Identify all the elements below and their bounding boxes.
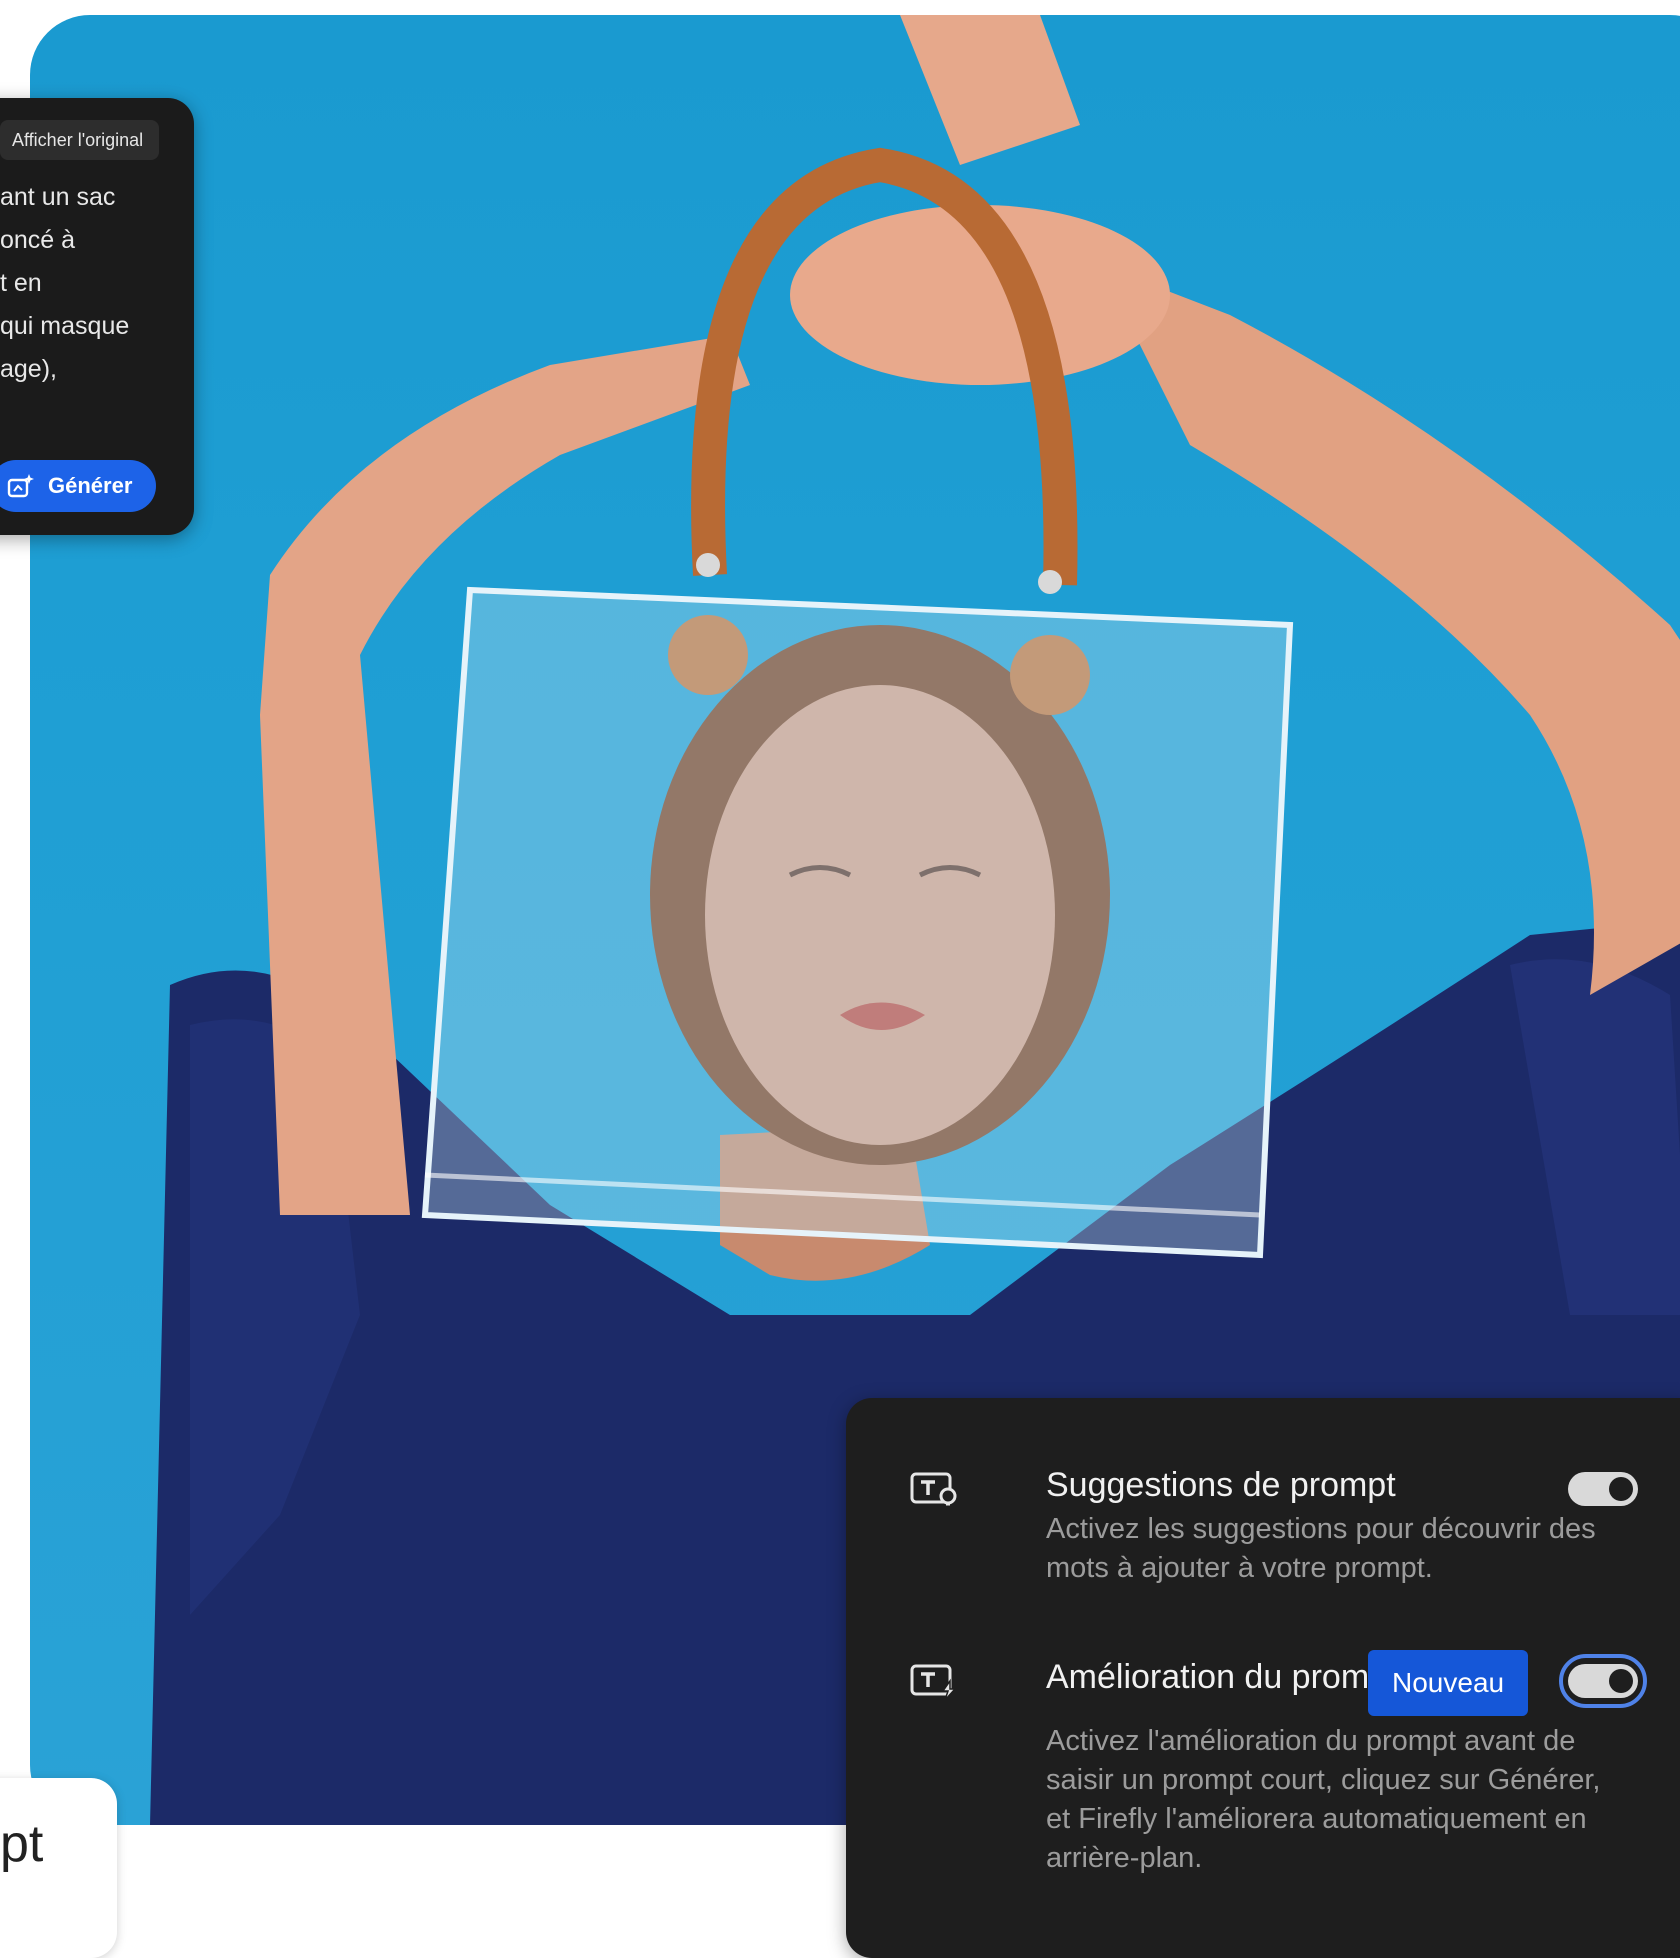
sparkle-image-icon	[7, 474, 34, 498]
prompt-settings-panel: Suggestions de prompt Activez les sugges…	[846, 1398, 1680, 1958]
toggle-knob	[1609, 1477, 1633, 1501]
prompt-text[interactable]: ant un sac oncé à t en qui masque age),	[0, 176, 129, 391]
prompt-input-text: pt	[0, 1815, 44, 1873]
show-original-button[interactable]: Afficher l'original	[0, 120, 160, 160]
setting-description: Activez les suggestions pour découvrir d…	[1046, 1513, 1596, 1584]
enhancement-toggle[interactable]	[1568, 1664, 1638, 1698]
prompt-input-box[interactable]: pt	[0, 1778, 117, 1958]
prompt-panel: Afficher l'original ant un sac oncé à t …	[0, 98, 194, 535]
text-lightning-icon	[910, 1664, 957, 1701]
prompt-line: ant un sac	[0, 183, 116, 211]
new-badge: Nouveau	[1368, 1650, 1529, 1716]
setting-description: Activez l'amélioration du prompt avant d…	[1046, 1725, 1601, 1874]
suggestions-toggle[interactable]	[1568, 1472, 1638, 1506]
setting-title: Amélioration du prompt	[1046, 1658, 1398, 1696]
setting-title: Suggestions de prompt	[1046, 1466, 1396, 1504]
generate-button[interactable]: Générer	[0, 460, 156, 512]
prompt-line: age),	[0, 355, 57, 383]
generate-label: Générer	[48, 473, 133, 498]
text-bulb-icon	[910, 1472, 957, 1506]
prompt-line: oncé à	[0, 226, 76, 254]
prompt-line: qui masque	[0, 312, 130, 340]
prompt-line: t en	[0, 269, 42, 297]
toggle-knob	[1609, 1669, 1633, 1693]
